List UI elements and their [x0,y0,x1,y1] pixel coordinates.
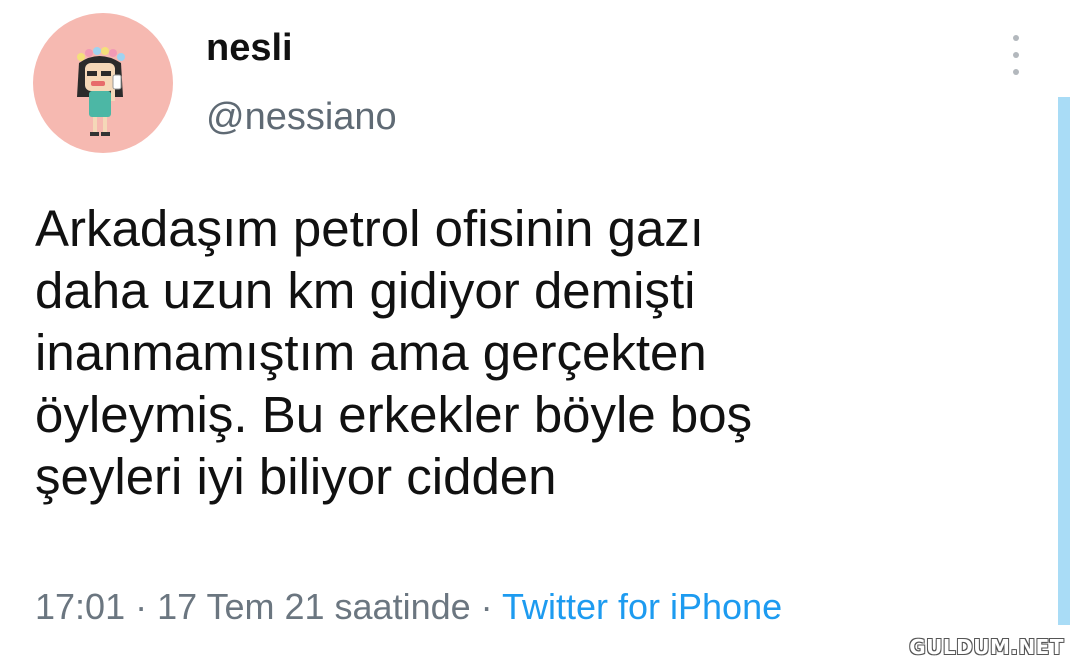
tweet-line: inanmamıştım ama gerçekten [35,324,707,381]
scrollbar[interactable] [1058,97,1070,625]
avatar[interactable] [33,13,173,153]
watermark: GULDUM.NET [909,635,1064,659]
tweet-source-link[interactable]: Twitter for iPhone [502,586,782,627]
display-name[interactable]: nesli [206,27,293,70]
more-dot [1013,69,1019,75]
meta-separator: · [470,586,502,627]
tweet-line: şeyleri iyi biliyor cidden [35,448,557,505]
tweet-line: daha uzun km gidiyor demişti [35,262,696,319]
tweet-text: Arkadaşım petrol ofisinin gazı daha uzun… [35,198,1025,508]
more-dot [1013,35,1019,41]
avatar-illustration [77,47,125,136]
more-dot [1013,52,1019,58]
more-vertical-icon[interactable] [1006,35,1026,75]
tweet-meta: 17:01 · 17 Tem 21 saatinde · Twitter for… [35,585,782,628]
tweet-timestamp[interactable]: 17:01 · 17 Tem 21 saatinde [35,586,471,627]
tweet-line: Arkadaşım petrol ofisinin gazı [35,200,704,257]
username-handle[interactable]: @nessiano [206,96,397,139]
tweet-line: öyleymiş. Bu erkekler böyle boş [35,386,753,443]
